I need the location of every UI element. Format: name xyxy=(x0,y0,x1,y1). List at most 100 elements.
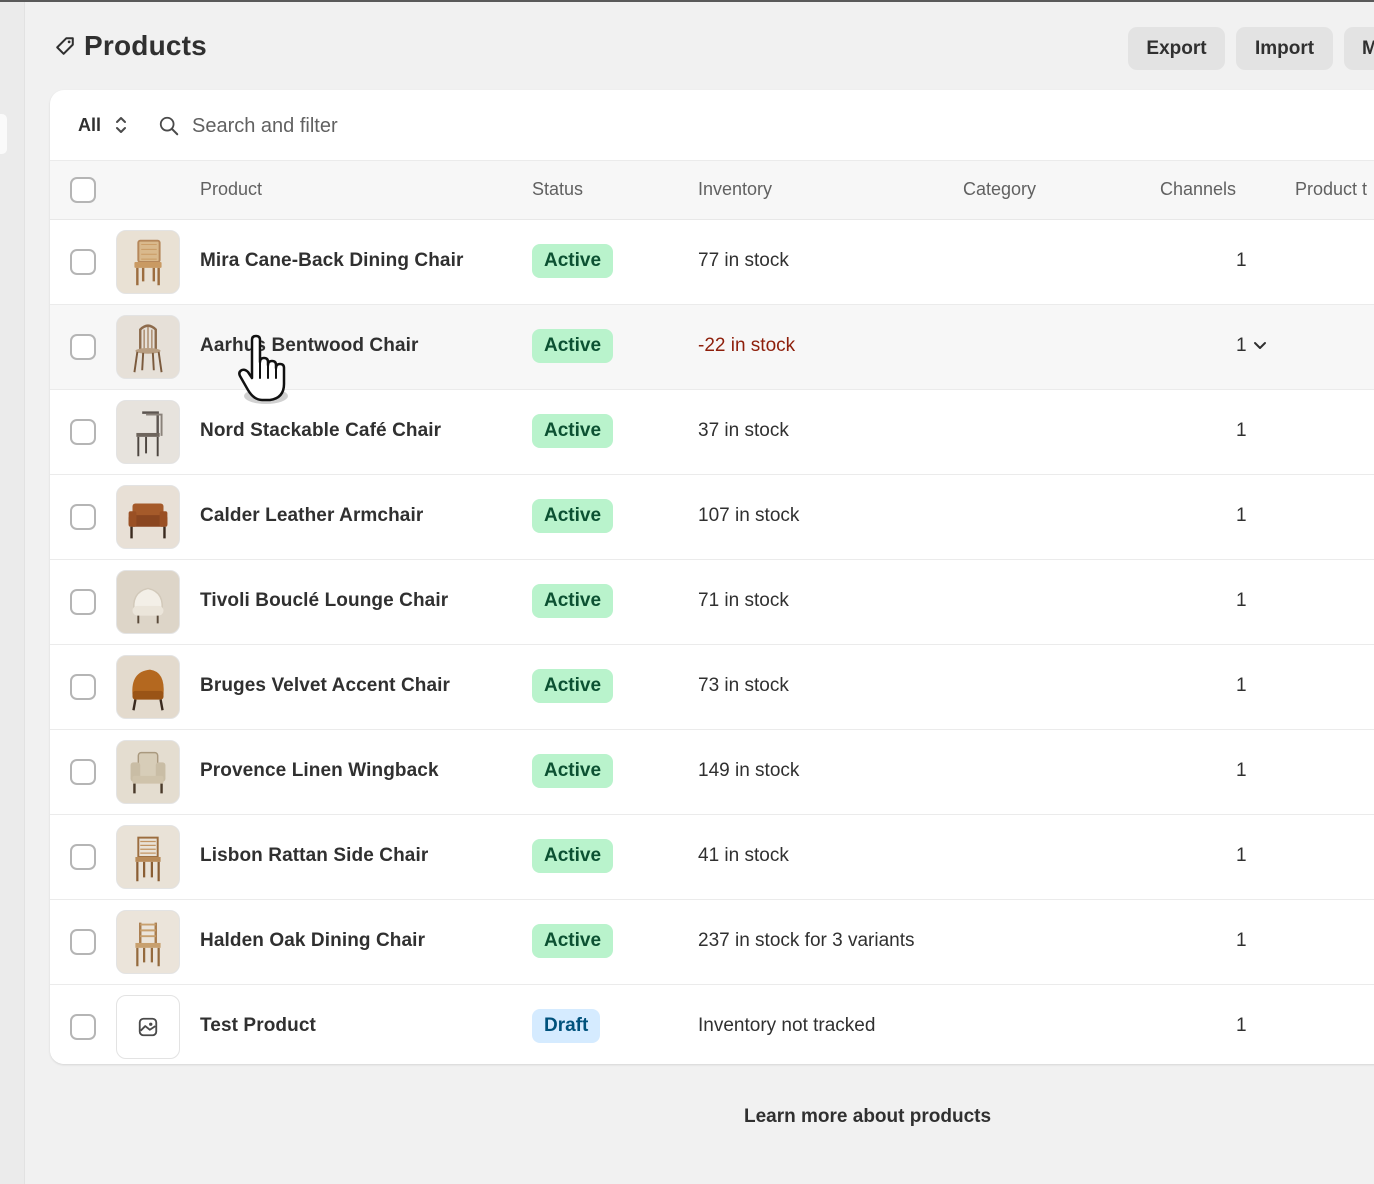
sidebar-active-indicator xyxy=(0,114,7,154)
import-button[interactable]: Import xyxy=(1236,27,1333,70)
dining-chair-image xyxy=(117,231,179,293)
row-checkbox[interactable] xyxy=(70,929,96,955)
row-checkbox[interactable] xyxy=(70,1014,96,1040)
page-title: Products xyxy=(54,30,207,62)
inventory-value: 149 in stock xyxy=(698,760,800,781)
status-badge: Active xyxy=(532,414,614,448)
product-name[interactable]: Halden Oak Dining Chair xyxy=(200,930,425,952)
image-placeholder-icon xyxy=(138,1017,158,1037)
inventory-value: -22 in stock xyxy=(698,335,796,356)
channels-value[interactable]: 1 xyxy=(1236,335,1267,357)
channels-count: 1 xyxy=(1236,420,1247,441)
table-row[interactable]: Provence Linen Wingback Active 149 in st… xyxy=(50,730,1374,815)
status-badge: Active xyxy=(532,329,614,363)
table-row[interactable]: Mira Cane-Back Dining Chair Active 77 in… xyxy=(50,220,1374,305)
row-checkbox[interactable] xyxy=(70,249,96,275)
product-name[interactable]: Nord Stackable Café Chair xyxy=(200,420,441,442)
search-field[interactable] xyxy=(158,112,858,140)
row-checkbox[interactable] xyxy=(70,674,96,700)
export-button[interactable]: Export xyxy=(1128,27,1225,70)
product-thumbnail[interactable] xyxy=(116,570,180,634)
search-input[interactable] xyxy=(192,114,792,138)
inventory-value: 77 in stock xyxy=(698,250,789,271)
inventory-value: 41 in stock xyxy=(698,845,789,866)
channels-value: 1 xyxy=(1236,590,1247,612)
oak-dining-chair-image xyxy=(117,911,179,973)
channels-count: 1 xyxy=(1236,760,1247,781)
tag-icon xyxy=(56,37,74,55)
rattan-side-chair-image xyxy=(117,826,179,888)
channels-value: 1 xyxy=(1236,505,1247,527)
product-name[interactable]: Test Product xyxy=(200,1015,316,1037)
product-name[interactable]: Tivoli Bouclé Lounge Chair xyxy=(200,590,448,612)
table-header: Product Status Inventory Category Channe… xyxy=(50,161,1374,220)
column-header-product[interactable]: Product xyxy=(200,179,262,200)
search-icon xyxy=(159,116,179,136)
channels-count: 1 xyxy=(1236,845,1247,866)
table-row[interactable]: Test Product Draft Inventory not tracked… xyxy=(50,985,1374,1064)
table-row[interactable]: Lisbon Rattan Side Chair Active 41 in st… xyxy=(50,815,1374,900)
leather-armchair-image xyxy=(117,486,179,548)
product-thumbnail[interactable] xyxy=(116,400,180,464)
chevron-down-icon[interactable] xyxy=(1253,341,1267,351)
channels-value: 1 xyxy=(1236,845,1247,867)
row-checkbox[interactable] xyxy=(70,419,96,445)
select-all-checkbox[interactable] xyxy=(70,177,96,203)
product-thumbnail[interactable] xyxy=(116,825,180,889)
product-name[interactable]: Provence Linen Wingback xyxy=(200,760,439,782)
row-checkbox[interactable] xyxy=(70,334,96,360)
row-checkbox[interactable] xyxy=(70,589,96,615)
column-header-product-type[interactable]: Product t xyxy=(1295,179,1367,200)
table-row[interactable]: Nord Stackable Café Chair Active 37 in s… xyxy=(50,390,1374,475)
product-thumbnail[interactable] xyxy=(116,230,180,294)
product-thumbnail[interactable] xyxy=(116,740,180,804)
window-top-border xyxy=(0,0,1374,2)
channels-value: 1 xyxy=(1236,760,1247,782)
channels-value: 1 xyxy=(1236,930,1247,952)
channels-value: 1 xyxy=(1236,420,1247,442)
table-row[interactable]: Tivoli Bouclé Lounge Chair Active 71 in … xyxy=(50,560,1374,645)
stackable-chair-image xyxy=(117,401,179,463)
product-thumbnail[interactable] xyxy=(116,315,180,379)
table-row[interactable]: Aarhus Bentwood Chair Active -22 in stoc… xyxy=(50,305,1374,390)
channels-count: 1 xyxy=(1236,1015,1247,1036)
product-name[interactable]: Aarhus Bentwood Chair xyxy=(200,335,419,357)
product-thumbnail[interactable] xyxy=(116,995,180,1059)
column-header-inventory[interactable]: Inventory xyxy=(698,179,772,200)
row-checkbox[interactable] xyxy=(70,504,96,530)
table-row[interactable]: Bruges Velvet Accent Chair Active 73 in … xyxy=(50,645,1374,730)
product-name[interactable]: Bruges Velvet Accent Chair xyxy=(200,675,450,697)
product-thumbnail[interactable] xyxy=(116,655,180,719)
product-name[interactable]: Mira Cane-Back Dining Chair xyxy=(200,250,463,272)
status-badge: Active xyxy=(532,839,614,873)
view-selector[interactable]: All xyxy=(78,114,129,136)
column-header-status[interactable]: Status xyxy=(532,179,583,200)
column-header-channels[interactable]: Channels xyxy=(1160,179,1236,200)
status-badge: Draft xyxy=(532,1009,601,1043)
channels-count: 1 xyxy=(1236,590,1247,611)
sidebar-edge xyxy=(0,2,25,1184)
table-row[interactable]: Halden Oak Dining Chair Active 237 in st… xyxy=(50,900,1374,985)
channels-count: 1 xyxy=(1236,675,1247,696)
status-badge: Active xyxy=(532,584,614,618)
row-checkbox[interactable] xyxy=(70,844,96,870)
product-thumbnail[interactable] xyxy=(116,910,180,974)
row-checkbox[interactable] xyxy=(70,759,96,785)
product-name[interactable]: Lisbon Rattan Side Chair xyxy=(200,845,428,867)
status-badge: Active xyxy=(532,244,614,278)
table-row[interactable]: Calder Leather Armchair Active 107 in st… xyxy=(50,475,1374,560)
products-table-card: All Product Status Inventory Category Ch… xyxy=(50,90,1374,1064)
product-name[interactable]: Calder Leather Armchair xyxy=(200,505,423,527)
status-badge: Active xyxy=(532,924,614,958)
product-thumbnail[interactable] xyxy=(116,485,180,549)
status-badge: Active xyxy=(532,669,614,703)
status-badge: Active xyxy=(532,499,614,533)
inventory-value: 37 in stock xyxy=(698,420,789,441)
channels-count: 1 xyxy=(1236,335,1247,356)
column-header-category[interactable]: Category xyxy=(963,179,1036,200)
inventory-value: 237 in stock for 3 variants xyxy=(698,930,915,951)
more-actions-button[interactable]: M xyxy=(1344,27,1374,70)
channels-value: 1 xyxy=(1236,675,1247,697)
learn-more-link[interactable]: Learn more about products xyxy=(744,1106,991,1128)
inventory-value: 73 in stock xyxy=(698,675,789,696)
